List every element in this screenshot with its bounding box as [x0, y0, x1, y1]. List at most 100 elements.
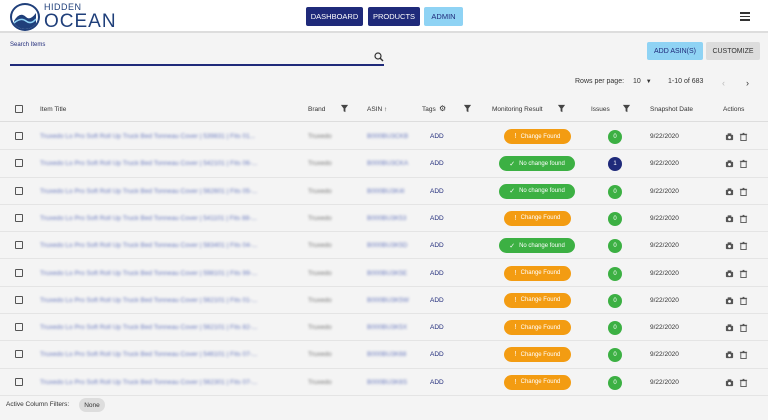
table-row[interactable]: Truxedo Lo Pro Soft Roll Up Truck Bed To…: [0, 123, 768, 151]
table-row[interactable]: Truxedo Lo Pro Soft Roll Up Truck Bed To…: [0, 205, 768, 233]
row-checkbox[interactable]: [15, 132, 23, 140]
add-tag-link[interactable]: ADD: [430, 188, 444, 195]
nav-products-button[interactable]: PRODUCTS: [368, 7, 420, 26]
add-tag-link[interactable]: ADD: [430, 215, 444, 222]
header-asin[interactable]: ASIN: [367, 106, 382, 113]
row-checkbox[interactable]: [15, 268, 23, 277]
sort-arrow-up-icon[interactable]: ↑: [384, 106, 387, 113]
nav-dashboard-button[interactable]: DASHBOARD: [306, 7, 363, 26]
item-title-link[interactable]: Truxedo Lo Pro Soft Roll Up Truck Bed To…: [40, 379, 300, 386]
asin-link[interactable]: B000BU3K5X: [367, 324, 407, 331]
asin-link[interactable]: B000BU3K5D: [367, 242, 407, 249]
asin-link[interactable]: B000BU3K6S: [367, 379, 407, 386]
select-all-checkbox[interactable]: [15, 105, 23, 113]
issues-count-badge[interactable]: 0: [608, 293, 622, 308]
row-checkbox[interactable]: [15, 295, 23, 304]
add-tag-link[interactable]: ADD: [430, 351, 444, 358]
table-row[interactable]: Truxedo Lo Pro Soft Roll Up Truck Bed To…: [0, 341, 768, 369]
monitoring-status-badge[interactable]: ! Change Found: [504, 292, 571, 308]
camera-icon[interactable]: [725, 241, 734, 250]
nav-admin-button[interactable]: ADMIN: [424, 7, 463, 26]
hamburger-menu-icon[interactable]: [740, 12, 750, 21]
asin-link[interactable]: B000BU3K4I: [367, 188, 405, 195]
asin-link[interactable]: B000BU3K53: [367, 215, 406, 222]
row-checkbox[interactable]: [15, 186, 23, 195]
issues-count-badge[interactable]: 0: [608, 184, 622, 199]
table-row[interactable]: Truxedo Lo Pro Soft Roll Up Truck Bed To…: [0, 232, 768, 260]
issues-count-badge[interactable]: 0: [608, 211, 622, 226]
issues-count-badge[interactable]: 0: [608, 375, 622, 390]
trash-icon[interactable]: [739, 132, 748, 141]
issues-count-badge[interactable]: 0: [608, 239, 622, 254]
trash-icon[interactable]: [739, 296, 748, 305]
header-snapshot-date[interactable]: Snapshot Date: [650, 106, 693, 113]
logo[interactable]: HIDDEN OCEAN: [10, 2, 117, 32]
item-title-link[interactable]: Truxedo Lo Pro Soft Roll Up Truck Bed To…: [40, 351, 300, 358]
add-asin-button[interactable]: ADD ASIN(S): [647, 42, 703, 60]
asin-link[interactable]: B000BU3K5W: [367, 297, 409, 304]
issues-count-badge[interactable]: 0: [608, 348, 622, 363]
add-tag-link[interactable]: ADD: [430, 379, 444, 386]
active-filters-chip[interactable]: None: [79, 398, 105, 412]
trash-icon[interactable]: [739, 378, 748, 387]
prev-page-icon[interactable]: ‹: [722, 78, 725, 88]
header-item-title[interactable]: Item Title: [40, 106, 66, 113]
add-tag-link[interactable]: ADD: [430, 242, 444, 249]
camera-icon[interactable]: [725, 187, 734, 196]
table-row[interactable]: Truxedo Lo Pro Soft Roll Up Truck Bed To…: [0, 178, 768, 205]
row-checkbox[interactable]: [15, 213, 23, 222]
row-checkbox[interactable]: [15, 377, 23, 386]
trash-icon[interactable]: [739, 241, 748, 251]
trash-icon[interactable]: [739, 214, 748, 223]
search-icon[interactable]: [374, 52, 384, 62]
camera-icon[interactable]: [725, 350, 734, 359]
item-title-link[interactable]: Truxedo Lo Pro Soft Roll Up Truck Bed To…: [40, 160, 300, 167]
table-row[interactable]: Truxedo Lo Pro Soft Roll Up Truck Bed To…: [0, 287, 768, 315]
tags-filter-icon[interactable]: [463, 104, 472, 113]
item-title-link[interactable]: Truxedo Lo Pro Soft Roll Up Truck Bed To…: [40, 133, 300, 140]
monitoring-status-badge[interactable]: ! Change Found: [504, 265, 571, 281]
table-row[interactable]: Truxedo Lo Pro Soft Roll Up Truck Bed To…: [0, 260, 768, 287]
item-title-link[interactable]: Truxedo Lo Pro Soft Roll Up Truck Bed To…: [40, 242, 300, 249]
item-title-link[interactable]: Truxedo Lo Pro Soft Roll Up Truck Bed To…: [40, 215, 300, 222]
add-tag-link[interactable]: ADD: [430, 324, 444, 331]
row-checkbox[interactable]: [15, 350, 23, 359]
table-row[interactable]: Truxedo Lo Pro Soft Roll Up Truck Bed To…: [0, 314, 768, 342]
gear-icon[interactable]: ⚙: [439, 104, 446, 113]
monitoring-status-badge[interactable]: ! Change Found: [504, 210, 571, 226]
camera-icon[interactable]: [725, 214, 734, 223]
header-issues[interactable]: Issues: [591, 106, 610, 113]
row-checkbox[interactable]: [15, 241, 23, 250]
camera-icon[interactable]: [725, 296, 734, 305]
camera-icon[interactable]: [725, 159, 734, 168]
row-checkbox[interactable]: [15, 323, 23, 332]
trash-icon[interactable]: [739, 323, 748, 333]
header-monitoring-result[interactable]: Monitoring Result: [492, 106, 543, 113]
table-row[interactable]: Truxedo Lo Pro Soft Roll Up Truck Bed To…: [0, 369, 768, 396]
row-checkbox[interactable]: [15, 159, 23, 168]
add-tag-link[interactable]: ADD: [430, 160, 444, 167]
issues-count-badge[interactable]: 1: [608, 157, 622, 172]
search-input[interactable]: [10, 50, 370, 63]
camera-icon[interactable]: [725, 132, 734, 141]
camera-icon[interactable]: [725, 323, 734, 332]
trash-icon[interactable]: [739, 269, 748, 278]
issues-count-badge[interactable]: 0: [608, 130, 622, 144]
trash-icon[interactable]: [739, 350, 748, 360]
monitoring-filter-icon[interactable]: [557, 104, 566, 113]
table-row[interactable]: Truxedo Lo Pro Soft Roll Up Truck Bed To…: [0, 150, 768, 178]
brand-filter-icon[interactable]: [340, 104, 349, 113]
monitoring-status-badge[interactable]: ! Change Found: [504, 374, 571, 390]
next-page-icon[interactable]: ›: [746, 78, 749, 88]
monitoring-status-badge[interactable]: ! Change Found: [504, 347, 571, 363]
add-tag-link[interactable]: ADD: [430, 133, 444, 140]
header-tags[interactable]: Tags: [422, 106, 436, 113]
header-brand[interactable]: Brand: [308, 106, 325, 113]
monitoring-status-badge[interactable]: ✓ No change found: [499, 156, 575, 172]
asin-link[interactable]: B000BU3K68: [367, 351, 406, 358]
asin-link[interactable]: B000BU3CKB: [367, 133, 408, 140]
add-tag-link[interactable]: ADD: [430, 297, 444, 304]
camera-icon[interactable]: [725, 269, 734, 278]
item-title-link[interactable]: Truxedo Lo Pro Soft Roll Up Truck Bed To…: [40, 188, 300, 195]
camera-icon[interactable]: [725, 378, 734, 387]
